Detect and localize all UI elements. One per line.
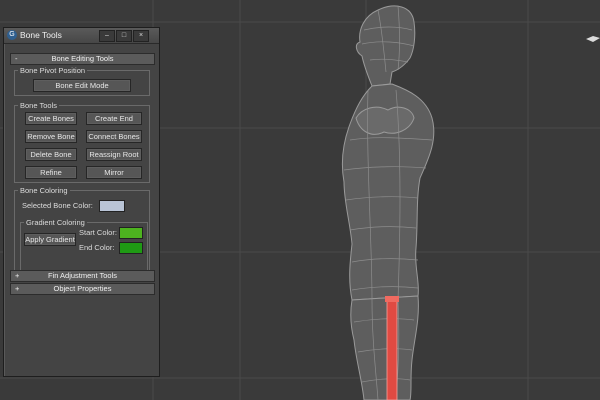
connect-bones-button[interactable]: Connect Bones (86, 130, 142, 143)
gradient-coloring-group-label: Gradient Coloring (24, 218, 87, 227)
mesh-head (355, 5, 416, 87)
mirror-button[interactable]: Mirror (86, 166, 142, 179)
expand-icon: + (15, 284, 20, 293)
bone-coloring-group: Bone Coloring Selected Bone Color: Gradi… (14, 186, 150, 280)
rollout-title: Fin Adjustment Tools (47, 271, 118, 280)
remove-bone-button[interactable]: Remove Bone (25, 130, 77, 143)
bone-tools-panel: G Bone Tools – □ × - Bone Editing Tools … (3, 27, 160, 377)
bone-pivot-group-label: Bone Pivot Position (18, 66, 88, 75)
apply-gradient-button[interactable]: Apply Gradient (24, 233, 76, 246)
refine-button[interactable]: Refine (25, 166, 77, 179)
leg-bone-cap (385, 296, 399, 302)
viewport-gizmo (586, 36, 600, 42)
collapse-icon: - (15, 54, 18, 63)
close-button[interactable]: × (133, 30, 149, 42)
leg-bone-segment (386, 299, 398, 400)
selected-leg-bone[interactable] (385, 296, 399, 400)
rollout-bone-editing-tools[interactable]: - Bone Editing Tools (10, 53, 155, 65)
selected-bone-color-swatch[interactable] (99, 200, 125, 212)
gradient-coloring-group: Gradient Coloring Apply Gradient Start C… (20, 218, 148, 276)
minimize-button[interactable]: – (99, 30, 115, 42)
rollout-title: Object Properties (53, 284, 112, 293)
panel-titlebar[interactable]: G Bone Tools – □ × (4, 28, 159, 44)
bone-coloring-group-label: Bone Coloring (18, 186, 70, 195)
rollout-object-properties[interactable]: + Object Properties (10, 283, 155, 295)
delete-bone-button[interactable]: Delete Bone (25, 148, 77, 161)
reassign-root-button[interactable]: Reassign Root (86, 148, 142, 161)
app-icon: G (7, 30, 17, 40)
bone-pivot-group: Bone Pivot Position Bone Edit Mode (14, 66, 150, 96)
panel-title: Bone Tools (20, 30, 62, 40)
end-color-label: End Color: (79, 243, 115, 252)
start-color-label: Start Color: (79, 228, 117, 237)
selected-bone-color-label: Selected Bone Color: (22, 201, 93, 210)
create-end-button[interactable]: Create End (86, 112, 142, 125)
bone-tools-group: Bone Tools Create Bones Create End Remov… (14, 101, 150, 183)
rollout-fin-adjustment-tools[interactable]: + Fin Adjustment Tools (10, 270, 155, 282)
expand-icon: + (15, 271, 20, 280)
mesh-leg (350, 295, 419, 400)
bone-tools-group-label: Bone Tools (18, 101, 59, 110)
end-color-swatch[interactable] (119, 242, 143, 254)
start-color-swatch[interactable] (119, 227, 143, 239)
create-bones-button[interactable]: Create Bones (25, 112, 77, 125)
rollout-title: Bone Editing Tools (51, 54, 114, 63)
bone-edit-mode-button[interactable]: Bone Edit Mode (33, 79, 131, 92)
maximize-button[interactable]: □ (116, 30, 132, 42)
